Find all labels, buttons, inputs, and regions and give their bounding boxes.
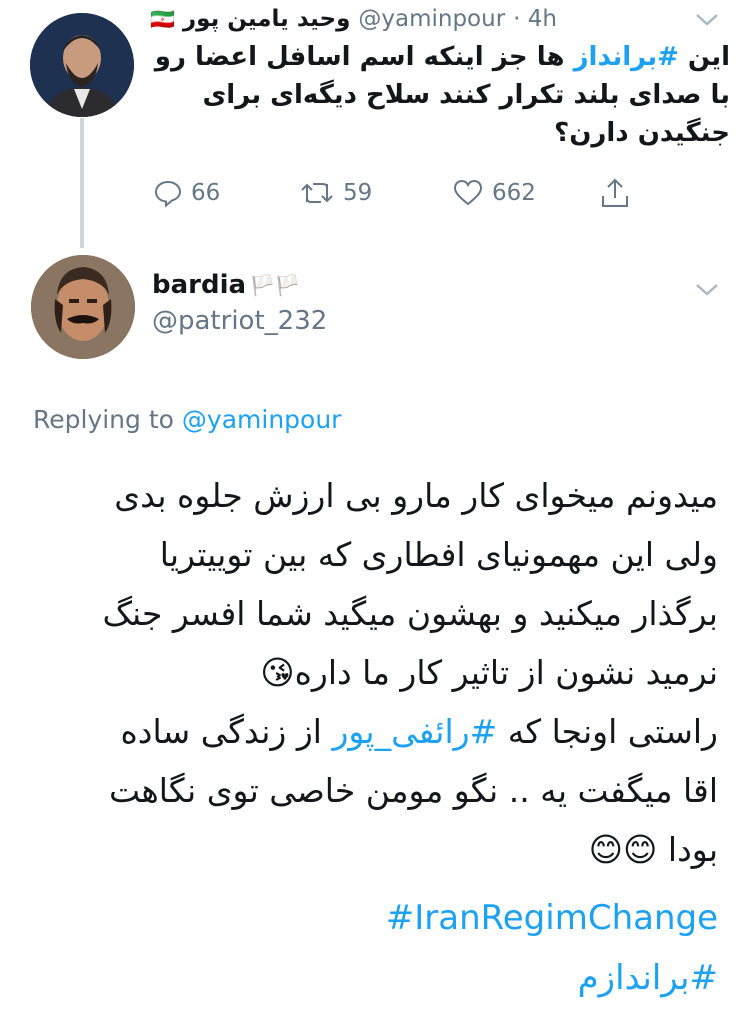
reply-line-7: بودا 😊😊 <box>588 830 718 869</box>
reply-count: 66 <box>191 180 221 206</box>
avatar-image <box>30 13 134 117</box>
retweet-count: 59 <box>343 180 373 206</box>
parent-display-name[interactable]: وحید یامین پور <box>183 6 350 32</box>
reply-header: bardia 🏳️🏳️ <box>152 268 552 302</box>
chevron-down-icon <box>696 284 718 296</box>
retweet-action[interactable]: 59 <box>299 178 372 208</box>
retweet-icon <box>301 183 333 203</box>
reply-line-5: راستی اونجا که #رائفی_پور از زندگی ساده <box>30 702 718 761</box>
reply-line-5-prefix: راستی اونجا که <box>497 712 718 751</box>
hashtag-iranregimchange[interactable]: #IranRegimChange <box>386 898 718 938</box>
hashtag-barandazam[interactable]: #براندازم <box>578 958 718 998</box>
parent-hashtag-link[interactable]: #برانداز <box>574 42 679 72</box>
parent-flag: 🇮🇷 <box>150 7 175 31</box>
parent-text-prefix: این <box>678 42 730 72</box>
reply-line-3: برگذار میکنید و بهشون میگید شما افسر جنگ <box>102 594 718 633</box>
reply-action[interactable]: 66 <box>153 178 220 208</box>
thread-line <box>80 118 84 248</box>
reply-line-2: ولی این مهمونیای افطاری که بین توییتریا <box>159 535 718 574</box>
parent-avatar[interactable] <box>30 13 134 117</box>
share-action[interactable] <box>599 176 631 210</box>
replying-to-label: Replying to <box>33 405 174 434</box>
parent-time[interactable]: · 4h <box>513 6 557 32</box>
reply-flags: 🏳️🏳️ <box>250 273 300 297</box>
like-count: 662 <box>492 180 536 206</box>
parent-handle[interactable]: @yaminpour <box>358 6 505 32</box>
replying-to: Replying to @yaminpour <box>33 405 341 434</box>
share-icon <box>602 178 628 207</box>
heart-icon <box>453 179 483 206</box>
parent-more-button[interactable] <box>694 10 724 34</box>
reply-icon <box>154 180 182 208</box>
reply-line-6: اقا میگفت یه .. نگو مومن خاصی توی نگاهت <box>108 771 718 810</box>
like-action[interactable]: 662 <box>452 178 536 208</box>
parent-text: این #برانداز ها جز اینکه اسم اسافل اعضا … <box>150 38 730 152</box>
reply-more-button[interactable] <box>694 280 724 304</box>
parent-header: 🇮🇷 وحید یامین پور @yaminpour · 4h <box>150 2 690 36</box>
reply-line-1: میدونم میخوای کار مارو بی ارزش جلوه بدی <box>114 476 718 515</box>
avatar-image <box>31 255 135 359</box>
chevron-down-icon <box>696 14 718 26</box>
reply-body: میدونم میخوای کار مارو بی ارزش جلوه بدی … <box>30 466 718 879</box>
reply-avatar[interactable] <box>31 255 135 359</box>
replying-to-handle[interactable]: @yaminpour <box>182 405 342 434</box>
reply-handle[interactable]: @patriot_232 <box>152 306 327 336</box>
reply-hashtag-link-raefipour[interactable]: #رائفی_پور <box>332 712 497 751</box>
reply-line-5-suffix: از زندگی ساده <box>120 712 333 751</box>
reply-line-4: نرمید نشون از تاثیر کار ما داره😘 <box>260 653 718 692</box>
reply-display-name[interactable]: bardia <box>152 270 246 300</box>
